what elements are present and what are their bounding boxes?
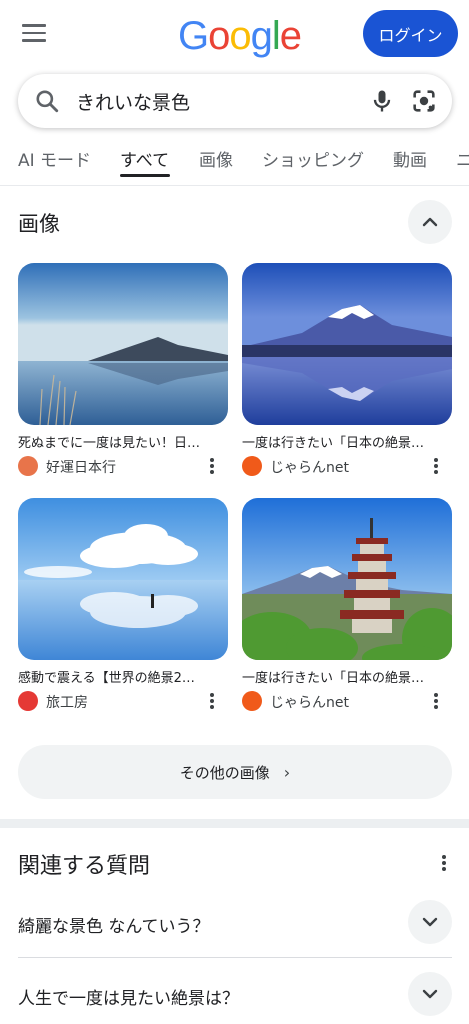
question-item[interactable]: 綺麗な景色 なんていう？ [0, 894, 469, 954]
image-source[interactable]: じゃらんnet [242, 455, 452, 477]
hamburger-menu-icon[interactable] [22, 24, 46, 44]
logo-letter: o [208, 14, 230, 58]
logo-letter: g [250, 14, 273, 58]
microphone-icon[interactable] [368, 87, 396, 115]
question-text: 綺麗な景色 なんていう？ [18, 917, 210, 937]
image-result[interactable]: 一度は行きたい「日本の絶景… じゃらんnet [242, 263, 452, 477]
logo-letter: e [279, 14, 302, 58]
image-result[interactable]: 一度は行きたい「日本の絶景… じゃらんnet [242, 498, 452, 712]
question-separator [18, 957, 452, 958]
login-button[interactable]: ログイン [363, 10, 458, 57]
chevron-down-icon [422, 989, 438, 999]
more-options-icon[interactable] [428, 456, 444, 476]
image-caption[interactable]: 死ぬまでに一度は見たい！日… [18, 432, 228, 451]
tab-news[interactable]: ニ [456, 146, 469, 171]
more-options-icon[interactable] [436, 852, 452, 874]
image-caption[interactable]: 一度は行きたい「日本の絶景… [242, 667, 452, 686]
source-favicon-icon [242, 691, 262, 711]
expand-button[interactable] [408, 972, 452, 1016]
source-name: じゃらんnet [270, 460, 349, 476]
tab-images[interactable]: 画像 [199, 146, 233, 171]
search-icon[interactable] [34, 88, 60, 114]
image-result[interactable]: 死ぬまでに一度は見たい！日… 好運日本行 [18, 263, 228, 477]
tab-ai-mode[interactable]: AI モード [18, 146, 91, 171]
logo-letter: G [178, 14, 209, 58]
question-text: 人生で一度は見たい絶景は？ [18, 989, 239, 1009]
top-bar: Google ログイン [0, 0, 469, 68]
active-tab-indicator [120, 174, 170, 177]
chevron-up-icon [422, 217, 438, 227]
expand-button[interactable] [408, 900, 452, 944]
image-caption[interactable]: 一度は行きたい「日本の絶景… [242, 432, 452, 451]
image-result[interactable]: 感動で震える【世界の絶景2… 旅工房 [18, 498, 228, 712]
tab-all[interactable]: すべて [120, 146, 169, 171]
source-favicon-icon [242, 456, 262, 476]
more-images-button[interactable]: その他の画像 › [18, 745, 452, 799]
more-options-icon[interactable] [204, 456, 220, 476]
image-thumbnail[interactable] [18, 263, 228, 425]
images-section-title: 画像 [18, 212, 60, 236]
logo-letter: l [271, 14, 281, 58]
search-tabs: AI モード すべて 画像 ショッピング 動画 ニ [0, 136, 469, 186]
related-questions-title: 関連する質問 [18, 854, 151, 879]
more-options-icon[interactable] [428, 691, 444, 711]
search-input[interactable]: きれいな景色 [76, 88, 190, 115]
chevron-right-icon: › [283, 762, 291, 782]
chevron-down-icon [422, 917, 438, 927]
google-lens-icon[interactable] [410, 87, 438, 115]
image-thumbnail[interactable] [242, 263, 452, 425]
tab-shopping[interactable]: ショッピング [262, 146, 364, 171]
image-thumbnail[interactable] [18, 498, 228, 660]
search-box[interactable]: きれいな景色 [18, 74, 452, 128]
source-favicon-icon [18, 456, 38, 476]
source-name: 旅工房 [46, 695, 88, 711]
source-name: じゃらんnet [270, 695, 349, 711]
question-item[interactable]: 人生で一度は見たい絶景は？ [0, 966, 469, 1024]
image-caption[interactable]: 感動で震える【世界の絶景2… [18, 667, 228, 686]
more-options-icon[interactable] [204, 691, 220, 711]
image-source[interactable]: 旅工房 [18, 690, 228, 712]
google-logo[interactable]: Google [178, 14, 302, 59]
source-favicon-icon [18, 691, 38, 711]
image-source[interactable]: 好運日本行 [18, 455, 228, 477]
collapse-button[interactable] [408, 200, 452, 244]
image-thumbnail[interactable] [242, 498, 452, 660]
image-source[interactable]: じゃらんnet [242, 690, 452, 712]
logo-letter: o [229, 14, 251, 58]
section-divider [0, 819, 469, 828]
tab-videos[interactable]: 動画 [393, 146, 427, 171]
source-name: 好運日本行 [46, 460, 116, 476]
more-images-label: その他の画像 [179, 763, 270, 782]
